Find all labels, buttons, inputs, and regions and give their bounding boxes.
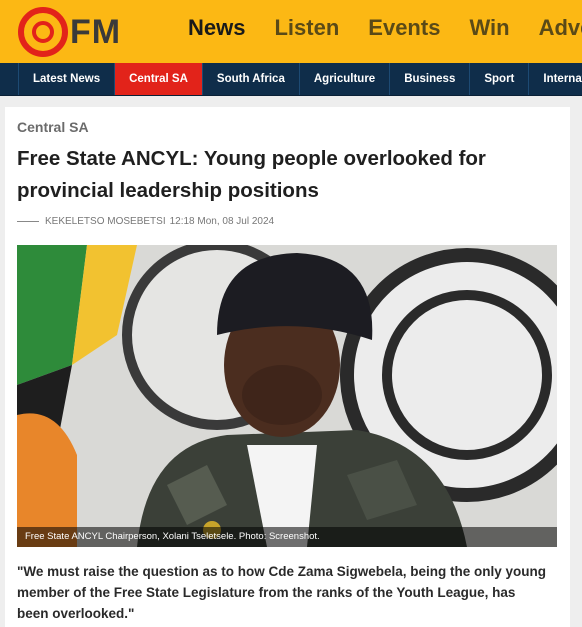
- article-card: Central SA Free State ANCYL: Young peopl…: [5, 107, 570, 627]
- logo-text: FM: [70, 12, 122, 51]
- category-sport[interactable]: Sport: [469, 63, 528, 95]
- main-nav-news[interactable]: News: [188, 15, 245, 41]
- logo-o-mark: [18, 7, 68, 57]
- article-timestamp: 12:18 Mon, 08 Jul 2024: [169, 216, 275, 227]
- category-nav: Latest News Central SA South Africa Agri…: [0, 63, 582, 96]
- category-business[interactable]: Business: [389, 63, 469, 95]
- main-nav-listen[interactable]: Listen: [274, 15, 339, 41]
- article-lead-quote: "We must raise the question as to how Cd…: [17, 564, 546, 621]
- photo-caption: Free State ANCYL Chairperson, Xolani Tse…: [17, 527, 557, 547]
- main-nav-win[interactable]: Win: [469, 15, 509, 41]
- category-international[interactable]: Internat: [528, 63, 582, 95]
- category-agriculture[interactable]: Agriculture: [298, 63, 389, 95]
- byline-divider: [17, 221, 39, 222]
- main-nav-advertise[interactable]: Adve: [539, 15, 582, 41]
- main-nav-events[interactable]: Events: [368, 15, 440, 41]
- category-south-africa[interactable]: South Africa: [201, 63, 299, 95]
- byline: KEKELETSO MOSEBETSI 12:18 Mon, 08 Jul 20…: [17, 216, 274, 227]
- article-author[interactable]: KEKELETSO MOSEBETSI: [45, 216, 166, 227]
- site-header: FM News Listen Events Win Adve: [0, 0, 582, 63]
- article-photo[interactable]: Free State ANCYL Chairperson, Xolani Tse…: [17, 245, 557, 547]
- category-latest-news[interactable]: Latest News: [18, 63, 114, 95]
- category-central-sa[interactable]: Central SA: [114, 63, 202, 95]
- article-headline: Free State ANCYL: Young people overlooke…: [17, 147, 486, 202]
- article-category[interactable]: Central SA: [17, 119, 89, 135]
- photo-illustration: [17, 245, 557, 547]
- main-nav: News Listen Events Win Adve: [188, 15, 582, 41]
- ofm-logo[interactable]: FM: [18, 7, 121, 57]
